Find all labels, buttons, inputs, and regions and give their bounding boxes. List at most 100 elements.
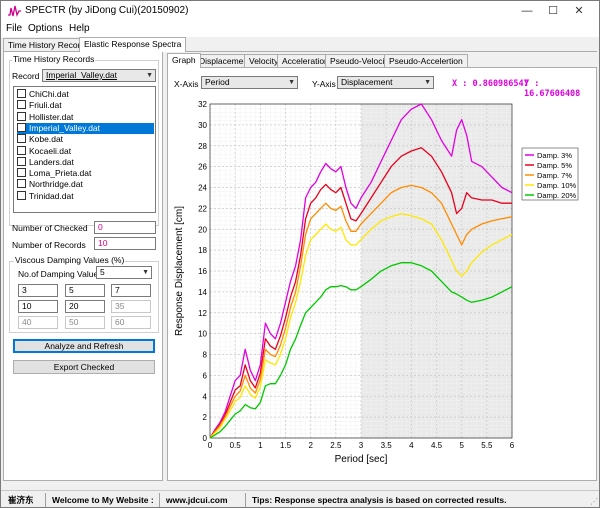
chevron-down-icon: ▼: [288, 79, 295, 86]
record-select-value: Imperial_Valley.dat: [46, 70, 118, 80]
damping-field-5[interactable]: 20: [65, 300, 105, 313]
record-name: Hollister.dat: [29, 111, 74, 122]
status-author: 崔济东: [8, 495, 34, 505]
record-list-item[interactable]: Kocaeli.dat: [17, 145, 154, 157]
record-checkbox[interactable]: [17, 145, 26, 155]
y-tick-label: 20: [198, 225, 207, 234]
record-list-item[interactable]: Loma_Prieta.dat: [17, 168, 154, 179]
record-checkbox[interactable]: [17, 168, 26, 178]
status-separator: [159, 493, 160, 507]
y-tick-label: 22: [198, 204, 207, 213]
record-checkbox[interactable]: [17, 122, 26, 132]
num-damping-select[interactable]: 5 ▼: [96, 266, 152, 279]
num-checked-label: Number of Checked: [12, 223, 88, 233]
xaxis-select[interactable]: Period ▼: [201, 76, 298, 89]
record-checkbox[interactable]: [17, 156, 26, 166]
record-checkbox[interactable]: [17, 89, 26, 98]
damping-field-3[interactable]: 7: [111, 284, 151, 297]
y-tick-label: 18: [198, 246, 207, 255]
num-records-label: Number of Records: [12, 240, 86, 250]
damping-field-6: 35: [111, 300, 151, 313]
x-tick-label: 1: [258, 441, 263, 450]
record-checkbox[interactable]: [17, 111, 26, 121]
record-list-item[interactable]: Imperial_Valley.dat: [17, 122, 154, 134]
menu-file[interactable]: File: [6, 23, 22, 34]
response-spectra-chart[interactable]: 0 0.5 1 1.5 2 2.5 3 3.5 4 4.5 5 5.5 6024681012141618…: [170, 94, 594, 478]
status-welcome: Welcome to My Website :: [52, 495, 154, 505]
analyze-refresh-button[interactable]: Analyze and Refresh: [13, 339, 155, 353]
chevron-down-icon: ▼: [424, 79, 431, 86]
resize-grip-icon[interactable]: ⋰: [590, 497, 598, 506]
x-tick-label: 1.5: [280, 441, 292, 450]
record-checkbox[interactable]: [17, 190, 26, 200]
num-damping-label: No.of Damping Values: [18, 269, 103, 279]
yaxis-label: Y-Axis: [312, 79, 336, 89]
record-label: Record: [12, 71, 40, 81]
record-checkbox[interactable]: [17, 134, 26, 144]
tab-graph[interactable]: Graph: [167, 53, 201, 68]
record-list-item[interactable]: Friuli.dat: [17, 100, 154, 111]
export-checked-button[interactable]: Export Checked: [13, 360, 155, 374]
status-bar: 崔济东 Welcome to My Website : www.jdcui.co…: [1, 490, 599, 507]
damping-field-7: 40: [18, 316, 58, 329]
menu-bar: File Options Help: [1, 21, 599, 37]
chevron-down-icon: ▼: [146, 72, 153, 79]
record-name: Trinidad.dat: [29, 190, 74, 201]
y-tick-label: 10: [198, 330, 207, 339]
status-tips: Tips: Response spectra analysis is based…: [252, 495, 507, 505]
x-tick-label: 2: [308, 441, 313, 450]
y-tick-label: 6: [203, 371, 208, 380]
record-list-item[interactable]: ChiChi.dat: [17, 89, 154, 100]
records-group-title: Time History Records: [12, 54, 96, 64]
legend-label: Damp. 3%: [537, 151, 572, 160]
tab-elastic-response-spectra[interactable]: Elastic Response Spectra: [79, 37, 187, 52]
y-tick-label: 28: [198, 142, 207, 151]
record-list-item[interactable]: Hollister.dat: [17, 111, 154, 123]
legend-label: Damp. 20%: [537, 191, 577, 200]
legend-label: Damp. 7%: [537, 171, 572, 180]
x-tick-label: 6: [510, 441, 515, 450]
y-tick-label: 12: [198, 309, 207, 318]
x-tick-label: 5: [459, 441, 464, 450]
damping-field-2[interactable]: 5: [65, 284, 105, 297]
record-list-item[interactable]: Landers.dat: [17, 156, 154, 168]
y-tick-label: 0: [203, 434, 208, 443]
menu-help[interactable]: Help: [69, 23, 90, 34]
xaxis-select-value: Period: [205, 77, 230, 87]
record-checkbox[interactable]: [17, 100, 26, 110]
damping-field-4[interactable]: 10: [18, 300, 58, 313]
damping-field-8: 50: [65, 316, 105, 329]
yaxis-select[interactable]: Displacement ▼: [337, 76, 434, 89]
record-name: Northridge.dat: [29, 179, 83, 190]
record-name: Kocaeli.dat: [29, 145, 72, 156]
x-tick-label: 2.5: [330, 441, 342, 450]
records-list[interactable]: ChiChi.dat Friuli.dat Hollister.dat Imperia…: [13, 86, 156, 213]
y-tick-label: 8: [203, 351, 208, 360]
close-button[interactable]: ✕: [559, 1, 599, 21]
record-list-item[interactable]: Kobe.dat: [17, 134, 154, 145]
tab-pseudo-acceleration[interactable]: Pseudo-Accelertion: [384, 54, 468, 68]
y-tick-label: 4: [203, 392, 208, 401]
record-list-item[interactable]: Trinidad.dat: [17, 190, 154, 202]
status-separator: [45, 493, 46, 507]
menu-options[interactable]: Options: [28, 23, 62, 34]
y-axis-title: Response Displacement [cm]: [174, 206, 185, 336]
damping-field-1[interactable]: 3: [18, 284, 58, 297]
x-tick-label: 3.5: [381, 441, 393, 450]
title-bar: SPECTR (by JiDong Cui)(20150902) — ☐ ✕: [1, 1, 599, 21]
y-tick-label: 24: [198, 184, 207, 193]
num-records-field[interactable]: 10: [94, 237, 156, 250]
status-website-link[interactable]: www.jdcui.com: [163, 494, 228, 507]
record-checkbox[interactable]: [17, 179, 26, 189]
yaxis-select-value: Displacement: [341, 77, 393, 87]
record-select[interactable]: Imperial_Valley.dat ▼: [42, 69, 156, 82]
app-icon: [8, 5, 21, 17]
record-list-item[interactable]: Northridge.dat: [17, 179, 154, 190]
record-name: Kobe.dat: [29, 134, 64, 145]
legend-label: Damp. 5%: [537, 161, 572, 170]
x-tick-label: 0.5: [230, 441, 242, 450]
graph-panel: X-Axis Period ▼ Y-Axis Displacement ▼ X …: [167, 67, 597, 481]
y-tick-label: 2: [203, 413, 208, 422]
num-checked-field[interactable]: 0: [94, 221, 156, 234]
chevron-down-icon: ▼: [142, 269, 149, 276]
